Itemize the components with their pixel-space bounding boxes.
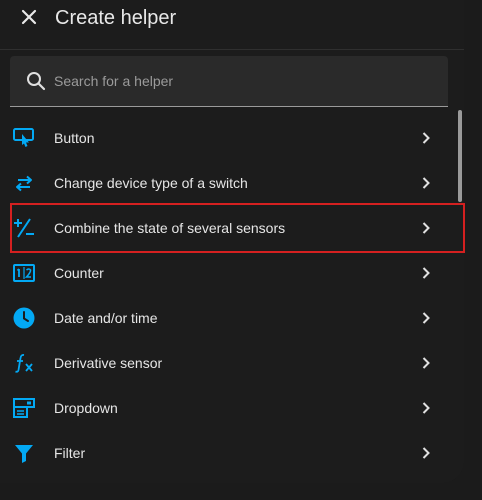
search-input[interactable] bbox=[54, 69, 434, 93]
chevron-right-icon bbox=[422, 447, 430, 459]
list-item-dropdown[interactable]: Dropdown bbox=[0, 386, 452, 431]
chevron-right-icon bbox=[422, 312, 430, 324]
chevron-right-icon bbox=[422, 357, 430, 369]
search-field[interactable] bbox=[10, 56, 448, 107]
chevron-right-icon bbox=[422, 177, 430, 189]
list-item-date-time[interactable]: Date and/or time bbox=[0, 296, 452, 341]
list-item-filter[interactable]: Filter bbox=[0, 431, 452, 476]
header-divider bbox=[0, 49, 464, 50]
touch-button-icon bbox=[13, 128, 34, 147]
chevron-right-icon bbox=[422, 222, 430, 234]
list-item-counter[interactable]: Counter bbox=[0, 251, 452, 296]
filter-icon bbox=[15, 445, 33, 463]
list-item-combine-sensors[interactable]: Combine the state of several sensors bbox=[0, 206, 452, 251]
chevron-right-icon bbox=[422, 132, 430, 144]
list-item-label: Derivative sensor bbox=[54, 355, 163, 371]
chevron-right-icon bbox=[422, 267, 430, 279]
dropdown-form-icon bbox=[13, 398, 35, 418]
dialog-header: Create helper bbox=[0, 0, 464, 40]
search-icon bbox=[27, 72, 46, 91]
list-item-label: Counter bbox=[54, 265, 104, 281]
list-item-label: Date and/or time bbox=[54, 310, 158, 326]
swap-arrows-icon bbox=[16, 175, 32, 192]
list-item-button[interactable]: Button bbox=[0, 116, 452, 161]
function-icon bbox=[15, 354, 33, 373]
create-helper-dialog: Create helper Button Change bbox=[0, 0, 464, 483]
close-icon bbox=[21, 9, 37, 25]
list-item-label: Change device type of a switch bbox=[54, 175, 248, 191]
list-item-label: Combine the state of several sensors bbox=[54, 220, 286, 236]
list-item-label: Dropdown bbox=[54, 400, 118, 416]
scrollbar-thumb[interactable] bbox=[458, 110, 462, 202]
list-item-derivative-sensor[interactable]: Derivative sensor bbox=[0, 341, 452, 386]
close-button[interactable] bbox=[12, 0, 46, 34]
list-item-label: Filter bbox=[54, 445, 86, 461]
chevron-right-icon bbox=[422, 402, 430, 414]
counter-icon bbox=[13, 264, 35, 282]
page-title: Create helper bbox=[55, 7, 177, 29]
list-item-label: Button bbox=[54, 130, 95, 146]
list-item-change-device-type[interactable]: Change device type of a switch bbox=[0, 161, 452, 206]
list-scrollbar[interactable] bbox=[456, 108, 464, 483]
plus-minus-icon bbox=[14, 218, 34, 238]
helper-list: Button Change device type of a switch Co… bbox=[0, 116, 452, 483]
clock-icon bbox=[13, 307, 35, 329]
